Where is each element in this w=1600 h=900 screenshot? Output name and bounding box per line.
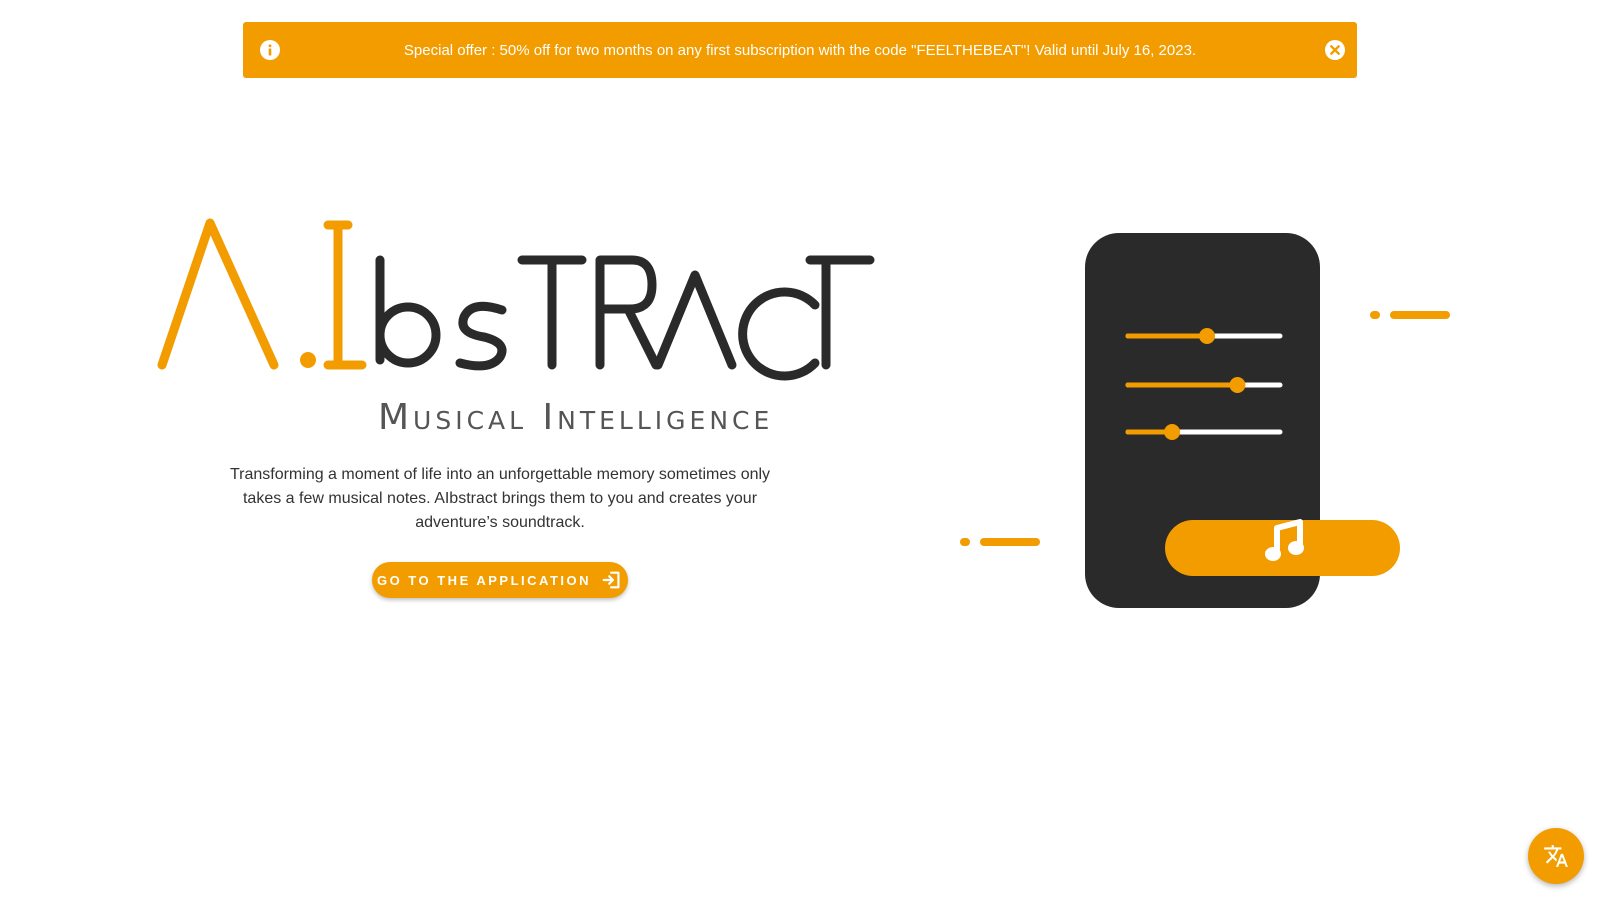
slider-knob <box>1199 328 1216 344</box>
login-icon <box>602 571 620 589</box>
phone-illustration <box>960 233 1450 608</box>
dash-dot-left <box>960 538 970 546</box>
logo-subtitle: Musical Intelligence <box>378 397 774 438</box>
slider-knob <box>1229 377 1246 393</box>
close-icon[interactable] <box>1325 40 1345 60</box>
cta-label: Go to the application <box>376 572 592 588</box>
info-icon <box>260 40 280 60</box>
promo-banner-text: Special offer : 50% off for two months o… <box>403 41 1197 59</box>
hero-tagline: Transforming a moment of life into an un… <box>229 466 771 531</box>
slider-knob <box>1164 424 1181 440</box>
brand-logo: Musical Intelligence <box>150 205 890 445</box>
promo-banner: Special offer : 50% off for two months o… <box>243 22 1357 78</box>
dash-line-left <box>980 538 1040 546</box>
translate-icon <box>1544 845 1568 867</box>
dash-line-right <box>1390 311 1450 319</box>
go-to-application-button[interactable]: Go to the application <box>372 562 628 598</box>
dash-dot-right <box>1370 311 1380 319</box>
language-button[interactable] <box>1528 828 1584 884</box>
logo-wordmark <box>157 218 875 381</box>
